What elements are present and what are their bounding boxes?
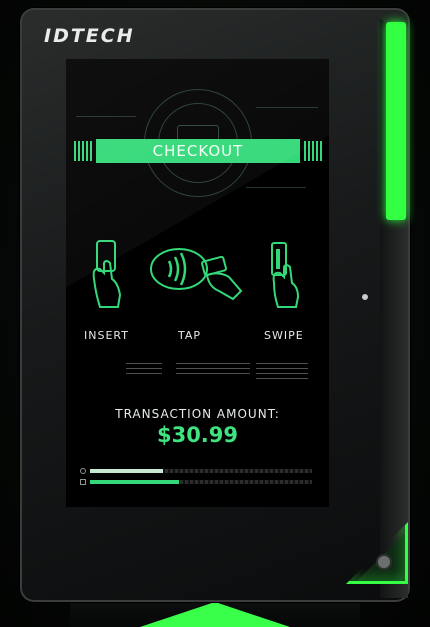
receipt-block-right xyxy=(256,362,308,380)
hud-line-bottom xyxy=(246,187,306,188)
progress-row-1 xyxy=(80,468,312,474)
tap-label[interactable]: TAP xyxy=(178,329,201,342)
hud-line-left xyxy=(76,116,136,117)
swipe-label[interactable]: SWIPE xyxy=(264,329,304,342)
contactless-tap-icon xyxy=(149,247,245,307)
terminal-screen: CHECKOUT INSERT TAP SWIPE TRANSACTION AM xyxy=(66,59,329,507)
corner-button[interactable] xyxy=(378,556,390,568)
hud-line-right xyxy=(256,107,318,108)
side-light-strip xyxy=(386,22,406,220)
progress-row-2 xyxy=(80,479,312,485)
progress-marker-round xyxy=(80,468,86,474)
transaction-amount-value: $30.99 xyxy=(156,423,239,447)
checkout-ticks-left xyxy=(74,141,92,161)
insert-label[interactable]: INSERT xyxy=(84,329,129,342)
receipt-block-mid xyxy=(176,362,250,376)
card-swipe-icon xyxy=(266,239,306,315)
card-insert-icon xyxy=(90,239,130,315)
progress-marker-square xyxy=(80,479,86,485)
status-led xyxy=(362,294,368,300)
progress-fill xyxy=(90,469,163,473)
brand-logo: IDTECH xyxy=(44,25,135,47)
receipt-block-left xyxy=(126,362,162,376)
progress-fill xyxy=(90,480,179,484)
checkout-ticks-right xyxy=(304,141,322,161)
transaction-amount-label: TRANSACTION AMOUNT: xyxy=(115,407,280,421)
checkout-header: CHECKOUT xyxy=(96,139,300,163)
